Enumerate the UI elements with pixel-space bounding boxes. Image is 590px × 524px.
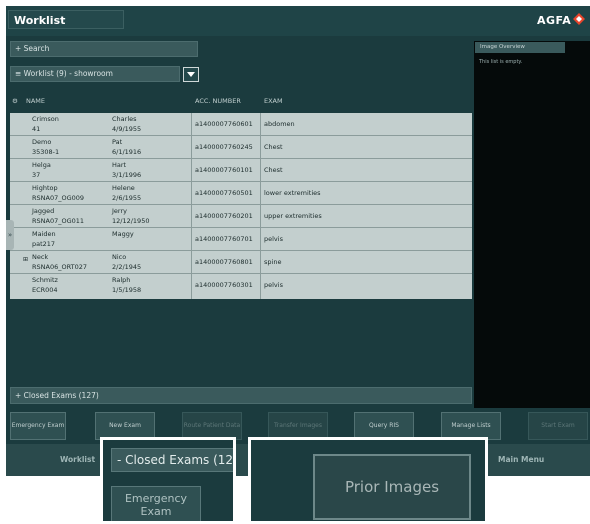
exam-name: lower extremities bbox=[264, 189, 321, 197]
manage-lists-button[interactable]: Manage Lists bbox=[441, 412, 501, 440]
zoomed-closed-exams-label: Closed Exams (12 bbox=[125, 453, 234, 467]
patient-last-name: Crimson bbox=[32, 115, 59, 123]
table-row[interactable]: Maiden pat217 Maggy a1400007760701 pelvi… bbox=[10, 228, 472, 251]
patient-id: RSNA07_OG011 bbox=[32, 217, 85, 225]
transfer-images-button[interactable]: Transfer Images bbox=[268, 412, 328, 440]
query-ris-button[interactable]: Query RIS bbox=[354, 412, 414, 440]
patient-first-name: Pat bbox=[112, 138, 123, 146]
accession-number: a1400007760701 bbox=[195, 235, 253, 243]
column-settings-icon[interactable]: ⚙ bbox=[12, 90, 18, 112]
search-label: Search bbox=[23, 44, 50, 53]
closed-exams-expander[interactable]: + Closed Exams (127) bbox=[10, 387, 472, 404]
patient-last-name: Neck bbox=[32, 253, 49, 261]
patient-dob: 1/5/1958 bbox=[112, 286, 142, 294]
patient-last-name: Hightop bbox=[32, 184, 58, 192]
column-header-name[interactable]: NAME bbox=[26, 90, 45, 112]
exam-name: pelvis bbox=[264, 281, 283, 289]
patient-last-name: Schmitz bbox=[32, 276, 58, 284]
exam-name: spine bbox=[264, 258, 282, 266]
patient-last-name: Helga bbox=[32, 161, 51, 169]
patient-first-name: Maggy bbox=[112, 230, 134, 238]
start-exam-button[interactable]: Start Exam bbox=[528, 412, 588, 440]
accession-number: a1400007760601 bbox=[195, 120, 253, 128]
patient-first-name: Nico bbox=[112, 253, 127, 261]
table-row[interactable]: ⊞ Neck RSNA06_ORT027 Nico 2/2/1945 a1400… bbox=[10, 251, 472, 274]
patient-dob: 12/12/1950 bbox=[112, 217, 150, 225]
patient-dob: 4/9/1955 bbox=[112, 125, 142, 133]
image-overview-panel: Image Overview This list is empty. bbox=[474, 41, 590, 408]
emergency-exam-button[interactable]: Emergency Exam bbox=[10, 412, 66, 440]
exam-name: abdomen bbox=[264, 120, 295, 128]
accession-number: a1400007760801 bbox=[195, 258, 253, 266]
patient-id: RSNA07_OG009 bbox=[32, 194, 85, 202]
patient-last-name: Jagged bbox=[32, 207, 55, 215]
patient-id: ECR004 bbox=[32, 286, 58, 294]
side-panel-handle[interactable]: » bbox=[6, 220, 14, 250]
brand-logo: AGFA bbox=[537, 14, 572, 27]
exam-name: Chest bbox=[264, 166, 283, 174]
accession-number: a1400007760501 bbox=[195, 189, 253, 197]
worklist-selector-label: Worklist (9) - showroom bbox=[23, 69, 113, 78]
zoom-callout-prior-images: Prior Images bbox=[248, 437, 488, 524]
grid-marker-icon: ⊞ bbox=[23, 256, 29, 263]
column-header-acc-number[interactable]: ACC. NUMBER bbox=[195, 90, 241, 112]
table-row[interactable]: Crimson 41 Charles 4/9/1955 a14000077606… bbox=[10, 113, 472, 136]
table-row[interactable]: Schmitz ECR004 Ralph 1/5/1958 a140000776… bbox=[10, 274, 472, 297]
exam-name: pelvis bbox=[264, 235, 283, 243]
patient-id: pat217 bbox=[32, 240, 56, 248]
patient-first-name: Ralph bbox=[112, 276, 131, 284]
accession-number: a1400007760301 bbox=[195, 281, 253, 289]
accession-number: a1400007760201 bbox=[195, 212, 253, 220]
patient-dob: 2/2/1945 bbox=[112, 263, 142, 271]
patient-id: 41 bbox=[32, 125, 41, 133]
image-overview-empty-text: This list is empty. bbox=[479, 59, 523, 65]
column-header-exam[interactable]: EXAM bbox=[264, 90, 283, 112]
patient-first-name: Helene bbox=[112, 184, 135, 192]
exam-name: upper extremities bbox=[264, 212, 322, 220]
zoomed-closed-exams-bar: - Closed Exams (12 bbox=[111, 448, 234, 472]
route-patient-data-button[interactable]: Route Patient Data bbox=[182, 412, 242, 440]
table-row[interactable]: Jagged RSNA07_OG011 Jerry 12/12/1950 a14… bbox=[10, 205, 472, 228]
table-row[interactable]: Hightop RSNA07_OG009 Helene 2/6/1955 a14… bbox=[10, 182, 472, 205]
new-exam-button[interactable]: New Exam bbox=[95, 412, 155, 440]
image-overview-title: Image Overview bbox=[475, 42, 565, 53]
search-expander[interactable]: + Search bbox=[10, 41, 198, 57]
worklist-app-window: Worklist AGFA + Search ≡ Worklist (9) - … bbox=[6, 6, 590, 476]
patient-last-name: Maiden bbox=[32, 230, 56, 238]
nav-main-menu[interactable]: Main Menu bbox=[498, 444, 544, 476]
agfa-rhombus-icon bbox=[573, 13, 585, 25]
patient-id: 37 bbox=[32, 171, 41, 179]
patient-first-name: Charles bbox=[112, 115, 137, 123]
title-bar: Worklist AGFA bbox=[6, 6, 590, 36]
zoom-callout-closed-exams: - Closed Exams (12 Emergency Exam bbox=[100, 437, 236, 524]
zoomed-prior-images-button: Prior Images bbox=[313, 454, 471, 520]
closed-exams-label: Closed Exams (127) bbox=[23, 391, 99, 400]
chevron-down-icon bbox=[187, 72, 195, 77]
worklist-dropdown-button[interactable] bbox=[183, 67, 199, 82]
accession-number: a1400007760245 bbox=[195, 143, 253, 151]
patient-dob: 2/6/1955 bbox=[112, 194, 142, 202]
patient-first-name: Jerry bbox=[112, 207, 127, 215]
nav-worklist[interactable]: Worklist bbox=[60, 444, 95, 476]
window-title: Worklist bbox=[8, 10, 124, 29]
zoomed-emergency-exam-button: Emergency Exam bbox=[111, 486, 201, 521]
patient-last-name: Demo bbox=[32, 138, 52, 146]
patient-id: 35308-1 bbox=[32, 148, 60, 156]
worklist-selector[interactable]: ≡ Worklist (9) - showroom bbox=[10, 66, 180, 82]
patient-first-name: Hart bbox=[112, 161, 127, 169]
table-row[interactable]: Demo 35308-1 Pat 6/1/1916 a1400007760245… bbox=[10, 136, 472, 159]
worklist-table: Crimson 41 Charles 4/9/1955 a14000077606… bbox=[10, 113, 472, 299]
patient-dob: 3/1/1996 bbox=[112, 171, 142, 179]
exam-name: Chest bbox=[264, 143, 283, 151]
patient-id: RSNA06_ORT027 bbox=[32, 263, 88, 271]
patient-dob: 6/1/1916 bbox=[112, 148, 142, 156]
accession-number: a1400007760101 bbox=[195, 166, 253, 174]
table-row[interactable]: Helga 37 Hart 3/1/1996 a1400007760101 Ch… bbox=[10, 159, 472, 182]
